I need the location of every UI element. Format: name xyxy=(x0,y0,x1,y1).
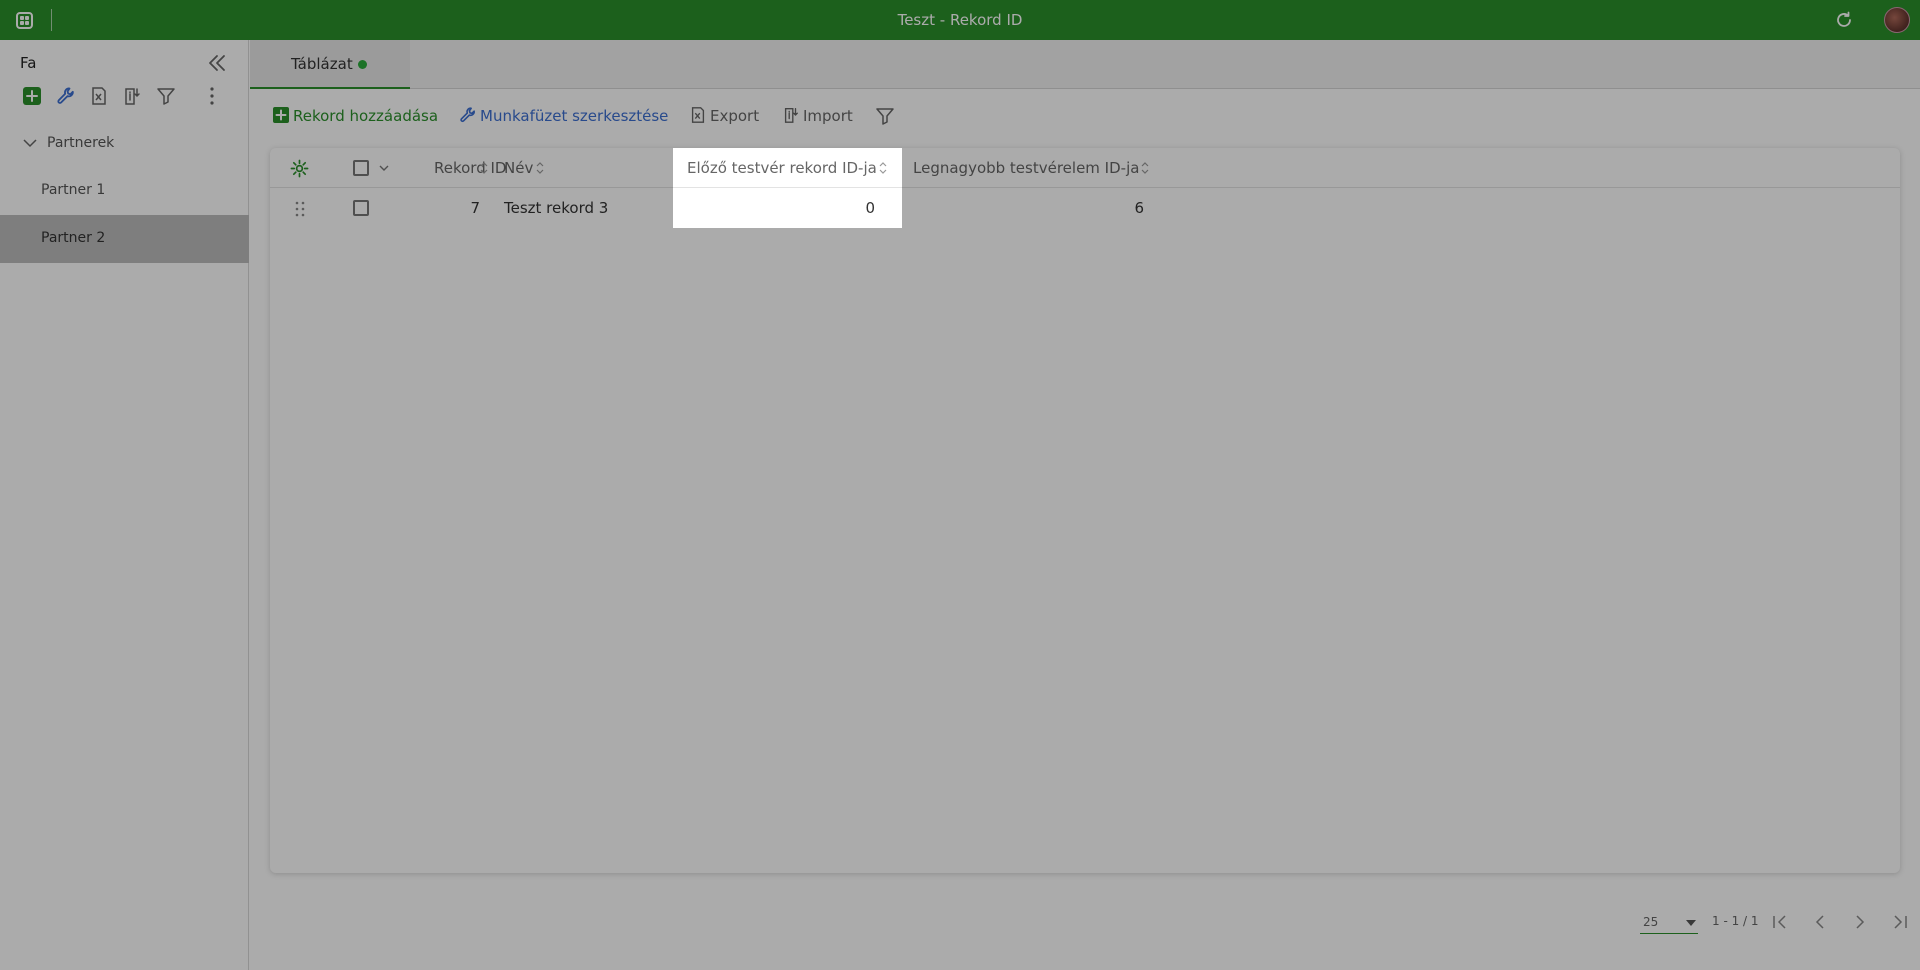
excel-export-icon xyxy=(691,107,705,123)
header-settings-cell xyxy=(270,148,334,188)
data-grid: Rekord ID Név Legnagyobb testvérelem ID-… xyxy=(270,148,1900,873)
drag-handle-icon[interactable] xyxy=(294,200,306,218)
header-select-cell xyxy=(334,148,394,188)
row-select-cell xyxy=(334,188,394,228)
cell-value: 6 xyxy=(1134,199,1144,217)
cell-value: 0 xyxy=(865,199,875,217)
table-row[interactable]: 7 Teszt rekord 3 6 xyxy=(270,188,1900,228)
sidebar-title: Fa xyxy=(20,54,37,72)
sort-icon[interactable] xyxy=(536,161,544,175)
cell-value: 7 xyxy=(470,199,480,217)
more-options-icon[interactable] xyxy=(202,86,222,106)
column-label: Előző testvér rekord ID-ja xyxy=(687,159,877,177)
first-page-icon[interactable] xyxy=(1769,911,1791,933)
add-icon xyxy=(273,107,289,123)
tree-item-label: Partner 2 xyxy=(41,230,106,246)
page-size-select[interactable]: 25 xyxy=(1640,910,1698,934)
select-all-checkbox[interactable] xyxy=(353,160,369,176)
excel-export-icon[interactable] xyxy=(89,86,109,106)
sort-icon[interactable] xyxy=(879,161,887,175)
grid-header: Rekord ID Név Legnagyobb testvérelem ID-… xyxy=(270,148,1900,188)
next-page-icon[interactable] xyxy=(1849,911,1871,933)
status-dot xyxy=(358,60,367,69)
cell-name[interactable]: Teszt rekord 3 xyxy=(493,188,673,228)
cell-largest-sibling-id[interactable]: 6 xyxy=(902,188,1157,228)
app-title: Teszt - Rekord ID xyxy=(897,11,1023,29)
column-header-record-id[interactable]: Rekord ID xyxy=(394,148,506,188)
column-header-largest-sibling-id[interactable]: Legnagyobb testvérelem ID-ja xyxy=(902,148,1157,188)
tree-item-label: Partner 1 xyxy=(41,182,106,198)
import-icon xyxy=(784,108,798,123)
chevron-down-icon[interactable] xyxy=(378,162,390,174)
column-label: Név xyxy=(504,159,534,177)
filter-icon[interactable] xyxy=(156,86,176,106)
pagination: 25 1 - 1 / 1 xyxy=(1640,905,1910,937)
sort-icon[interactable] xyxy=(480,161,488,175)
import-icon[interactable] xyxy=(122,86,142,106)
page-info: 1 - 1 / 1 xyxy=(1712,914,1759,928)
import-label: Import xyxy=(803,107,853,125)
table-toolbar: Rekord hozzáadása Munkafüzet szerkesztés… xyxy=(250,98,1920,134)
add-record-label: Rekord hozzáadása xyxy=(293,107,439,125)
dropdown-arrow-icon xyxy=(1686,920,1696,926)
user-avatar[interactable] xyxy=(1884,7,1910,33)
tree-item-partner-1[interactable]: Partner 1 xyxy=(0,167,249,215)
wrench-icon[interactable] xyxy=(56,86,76,106)
column-header-prev-sibling-id-highlight[interactable]: Előző testvér rekord ID-ja xyxy=(673,148,902,188)
export-label: Export xyxy=(710,107,760,125)
tab-bar: Táblázat xyxy=(250,40,1920,89)
gear-icon[interactable] xyxy=(290,159,309,178)
highlighted-column-prev-sibling-id[interactable]: Előző testvér rekord ID-ja 0 xyxy=(673,148,902,228)
collapse-sidebar-icon[interactable] xyxy=(206,52,228,74)
tree-group-label: Partnerek xyxy=(47,135,115,151)
cell-record-id[interactable]: 7 xyxy=(394,188,493,228)
chevron-down-icon[interactable] xyxy=(22,135,38,151)
tab-table[interactable]: Táblázat xyxy=(250,40,410,89)
column-header-name[interactable]: Név xyxy=(493,148,673,188)
column-label: Legnagyobb testvérelem ID-ja xyxy=(913,159,1140,177)
tree-item-partner-2[interactable]: Partner 2 xyxy=(0,215,249,263)
tab-label: Táblázat xyxy=(291,55,353,73)
app-header: Teszt - Rekord ID xyxy=(0,0,1920,40)
drag-handle-cell xyxy=(270,188,334,228)
wrench-icon xyxy=(460,107,475,123)
tree-sidebar: Fa Partnerek Partner 1 Partner 2 xyxy=(0,40,249,970)
last-page-icon[interactable] xyxy=(1889,911,1911,933)
page-size-value: 25 xyxy=(1643,915,1659,929)
filter-icon[interactable] xyxy=(875,106,895,126)
prev-page-icon[interactable] xyxy=(1809,911,1831,933)
edit-workbook-label: Munkafüzet szerkesztése xyxy=(480,107,669,125)
row-checkbox[interactable] xyxy=(353,200,369,216)
refresh-icon[interactable] xyxy=(1834,10,1854,30)
cell-value: Teszt rekord 3 xyxy=(504,199,609,217)
sort-icon[interactable] xyxy=(1141,161,1149,175)
add-icon[interactable] xyxy=(22,86,42,106)
